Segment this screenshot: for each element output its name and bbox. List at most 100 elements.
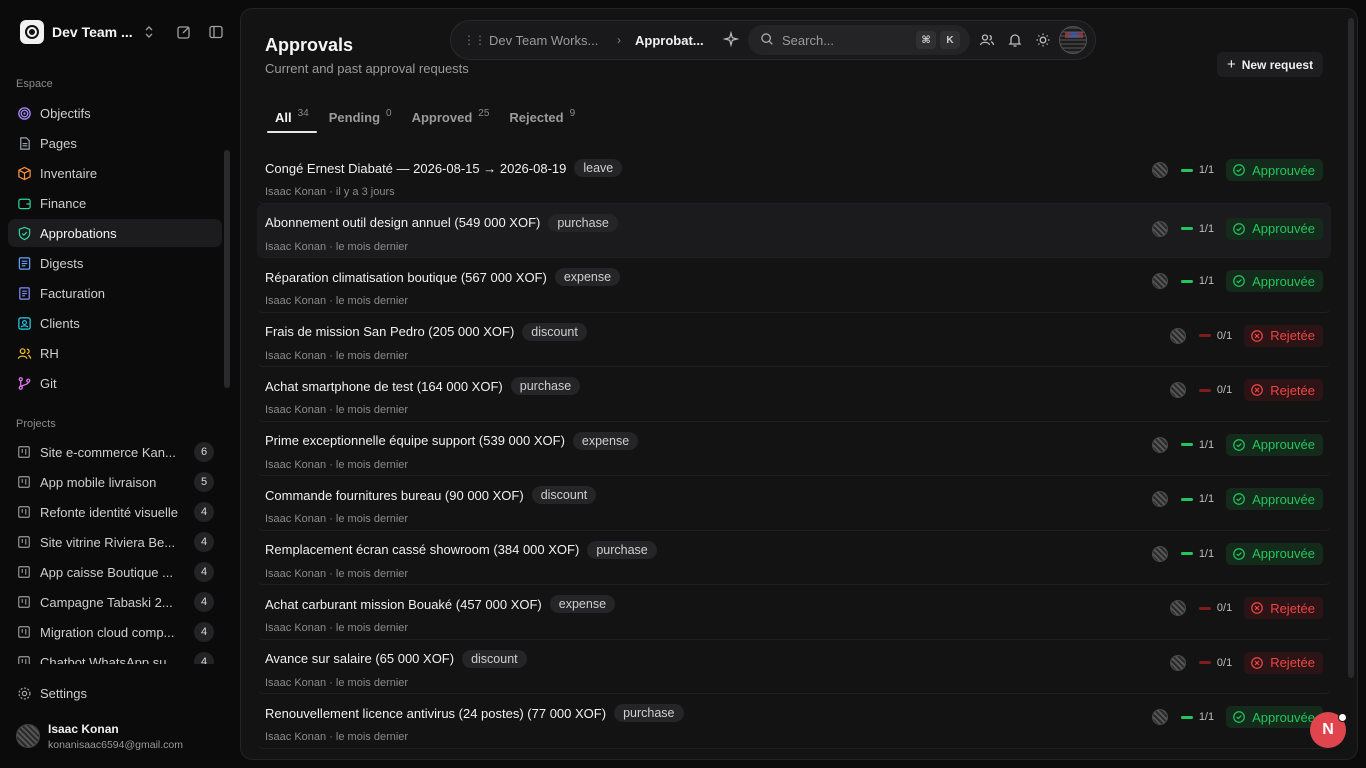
approval-ratio: 1/1 [1198, 547, 1215, 560]
status-badge: Approuvée [1226, 217, 1323, 240]
approval-ratio: 1/1 [1198, 275, 1215, 287]
project-item[interactable]: App caisse Boutique ... 4 [8, 558, 222, 586]
sun-icon[interactable] [1035, 32, 1051, 48]
tab-rejected[interactable]: Rejected 9 [501, 105, 583, 133]
project-item[interactable]: Refonte identité visuelle 4 [8, 498, 222, 526]
avatar [1169, 327, 1186, 344]
sidebar-item-label: Git [40, 375, 57, 391]
table-row[interactable]: Congé Ernest Diabaté — 2026-08-15 → 2026… [257, 149, 1331, 204]
chevron-up-down-icon [144, 25, 154, 39]
table-row[interactable]: Prime exceptionnelle équipe support (539… [257, 422, 1331, 476]
request-type-tag: leave [574, 159, 623, 177]
avatar [16, 724, 40, 748]
table-row[interactable]: Remplacement écran cassé showroom (384 0… [257, 531, 1331, 585]
sidebar-item-label: Pages [40, 135, 77, 151]
project-item[interactable]: Site vitrine Riviera Be... 4 [8, 528, 222, 556]
bell-icon[interactable] [1007, 32, 1023, 48]
sidebar-item-facturation[interactable]: Facturation [8, 279, 222, 307]
request-meta: Isaac Konan · le mois dernier [265, 513, 409, 525]
sidebar-item-git[interactable]: Git [8, 369, 222, 397]
approval-ratio: 1/1 [1198, 493, 1215, 505]
request-type-tag: purchase [587, 540, 657, 559]
sidebar-item-rh[interactable]: RH [8, 339, 222, 367]
request-meta: Isaac Konan · le mois dernier [265, 676, 409, 689]
project-count-badge: 4 [194, 652, 214, 664]
tab-all[interactable]: All 34 [267, 105, 317, 133]
settings-label: Settings [40, 685, 87, 701]
request-title: Abonnement outil design annuel (549 000 … [265, 215, 541, 230]
kanban-icon [16, 534, 32, 550]
plus-icon: + [1226, 56, 1236, 73]
project-item[interactable]: App mobile livraison 5 [8, 468, 222, 496]
status-label: Approuvée [1252, 437, 1315, 452]
sidebar-item-label: Facturation [40, 285, 106, 301]
tab-pending[interactable]: Pending 0 [321, 105, 400, 133]
request-meta: Isaac Konan · le mois dernier [265, 349, 409, 362]
request-meta: Isaac Konan · le mois dernier [265, 295, 409, 307]
sidebar: Dev Team ... Espace Objectifs Pages Invent… [0, 0, 236, 768]
status-label: Rejetée [1270, 600, 1315, 616]
compose-icon[interactable] [176, 24, 192, 45]
project-name: Campagne Tabaski 2... [40, 594, 173, 610]
user-menu[interactable]: Isaac Konan konanisaac6594@gmail.com [16, 718, 226, 754]
check-circle-icon [1233, 164, 1245, 176]
request-meta: Isaac Konan · le mois dernier [265, 731, 409, 743]
breadcrumb-current[interactable]: Approbat... [635, 33, 709, 48]
status-label: Rejetée [1270, 328, 1315, 343]
sparkle-icon[interactable] [722, 30, 740, 50]
table-row[interactable]: Commande fournitures bureau (90 000 XOF)… [257, 476, 1331, 531]
sidebar-item-inventaire[interactable]: Inventaire [8, 159, 222, 187]
tab-count: 0 [386, 108, 392, 119]
drag-handle-icon[interactable]: ⋮⋮ [463, 34, 486, 46]
table-row[interactable]: Avance sur salaire (65 000 XOF) discount… [257, 640, 1331, 694]
workspace-switcher[interactable]: Dev Team ... [20, 20, 230, 44]
table-row[interactable]: Frais de mission San Pedro (205 000 XOF)… [257, 313, 1331, 367]
avatar [1151, 273, 1168, 289]
approval-progress-bar [1180, 715, 1193, 719]
project-item[interactable]: Migration cloud comp... 4 [8, 618, 222, 646]
table-row[interactable]: Renouvellement licence antivirus (24 pos… [257, 694, 1331, 749]
shortcut-key-k: K [940, 31, 960, 49]
table-row[interactable]: Achat smartphone de test (164 000 XOF) p… [257, 367, 1331, 422]
table-row[interactable]: Abonnement outil design annuel (549 000 … [257, 203, 1331, 258]
sidebar-item-digests[interactable]: Digests [8, 249, 222, 277]
status-badge: Rejetée [1244, 597, 1323, 619]
users-icon[interactable] [979, 32, 995, 48]
tab-label: Pending [328, 110, 381, 125]
avatar [1151, 709, 1168, 725]
sidebar-item-pages[interactable]: Pages [8, 129, 222, 157]
table-row[interactable]: Achat carburant mission Bouaké (457 000 … [257, 585, 1331, 640]
sidebar-scrollbar[interactable] [224, 150, 230, 388]
sidebar-toggle-icon[interactable] [208, 24, 224, 45]
search-input[interactable]: Search... ⌘ K [748, 25, 970, 55]
wallet-icon [16, 195, 32, 211]
sidebar-item-label: Inventaire [40, 165, 98, 181]
request-title: Congé Ernest Diabaté — 2026-08-15 → 2026… [265, 160, 567, 176]
sidebar-item-clients[interactable]: Clients [8, 309, 222, 337]
kanban-icon [16, 474, 32, 490]
project-item[interactable]: Chatbot WhatsApp su... 4 [8, 648, 222, 664]
sidebar-item-finance[interactable]: Finance [8, 189, 222, 217]
main-scrollbar[interactable] [1348, 18, 1354, 678]
request-type-tag: expense [549, 595, 616, 613]
project-count-badge: 4 [194, 502, 214, 522]
approval-progress-bar [1198, 388, 1211, 392]
sidebar-item-objectifs[interactable]: Objectifs [8, 99, 222, 127]
request-meta: Isaac Konan · il y a 3 jours [265, 186, 395, 198]
tab-approved[interactable]: Approved 25 [404, 105, 498, 133]
breadcrumb-workspace[interactable]: Dev Team Works... [489, 33, 607, 48]
approval-ratio: 0/1 [1216, 656, 1233, 669]
sidebar-item-approbations[interactable]: Approbations [8, 219, 222, 247]
settings-item[interactable]: Settings [8, 679, 222, 707]
new-request-button[interactable]: + New request [1217, 52, 1323, 77]
project-name: Site e-commerce Kan... [40, 444, 176, 460]
sidebar-item-label: Digests [40, 255, 84, 271]
project-name: App mobile livraison [40, 474, 157, 490]
request-meta: Isaac Konan · le mois dernier [265, 404, 409, 416]
approval-progress-bar [1198, 334, 1211, 337]
project-item[interactable]: Site e-commerce Kan... 6 [8, 438, 222, 466]
avatar[interactable] [1059, 26, 1087, 54]
project-item[interactable]: Campagne Tabaski 2... 4 [8, 588, 222, 616]
table-row[interactable]: Réparation climatisation boutique (567 0… [257, 258, 1331, 313]
tab-count: 25 [478, 108, 490, 119]
